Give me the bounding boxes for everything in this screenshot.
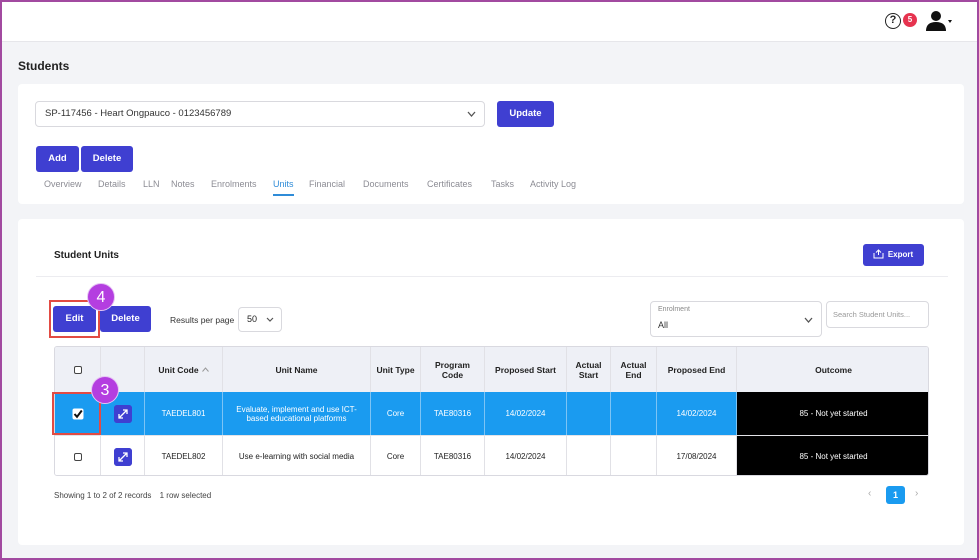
- tab-certificates[interactable]: Certificates: [427, 179, 472, 189]
- user-avatar-icon[interactable]: [926, 10, 952, 32]
- tab-financial[interactable]: Financial: [309, 179, 345, 189]
- tab-details[interactable]: Details: [98, 179, 126, 189]
- cell-outcome: 85 - Not yet started: [737, 392, 928, 435]
- prev-page-icon[interactable]: ‹: [868, 488, 871, 499]
- search-units-input[interactable]: [826, 301, 929, 328]
- results-per-page-select[interactable]: 50: [238, 307, 282, 332]
- cell-actual-end: [611, 436, 657, 475]
- column-header-unit-code[interactable]: Unit Code: [145, 347, 223, 392]
- column-header-unit-type[interactable]: Unit Type: [371, 347, 421, 392]
- cell-actual-start: [567, 436, 611, 475]
- records-summary: Showing 1 to 2 of 2 records 1 row select…: [54, 491, 211, 500]
- cell-program-code: TAE80316: [421, 436, 485, 475]
- update-button[interactable]: Update: [497, 101, 554, 127]
- divider: [36, 276, 948, 277]
- cell-outcome: 85 - Not yet started: [737, 436, 928, 475]
- row-select-cell: [55, 436, 101, 475]
- enrolment-label: Enrolment: [658, 306, 690, 313]
- column-header-label: Unit Code: [158, 364, 199, 375]
- page-1-button[interactable]: 1: [886, 486, 905, 504]
- table-row[interactable]: TAEDEL802 Use e-learning with social med…: [55, 435, 928, 475]
- cell-actual-end: [611, 392, 657, 435]
- column-header-unit-name[interactable]: Unit Name: [223, 347, 371, 392]
- column-header-program-code[interactable]: Program Code: [421, 347, 485, 392]
- cell-actual-start: [567, 392, 611, 435]
- step-badge-4: 4: [87, 283, 115, 311]
- column-header-proposed-start[interactable]: Proposed Start: [485, 347, 567, 392]
- cell-unit-name: Use e-learning with social media: [223, 436, 371, 475]
- enrolment-value: All: [658, 320, 669, 330]
- units-table: Unit Code Unit Name Unit Type Program Co…: [54, 346, 929, 476]
- add-button[interactable]: Add: [36, 146, 79, 172]
- tab-notes[interactable]: Notes: [171, 179, 195, 189]
- row-expand-cell: [101, 436, 145, 475]
- help-icon[interactable]: ?: [885, 13, 901, 29]
- cell-unit-code: TAEDEL802: [145, 436, 223, 475]
- selection-text: 1 row selected: [159, 491, 212, 500]
- tab-overview[interactable]: Overview: [44, 179, 82, 189]
- cell-proposed-end: 14/02/2024: [657, 392, 737, 435]
- tab-tasks[interactable]: Tasks: [491, 179, 514, 189]
- export-icon: [873, 249, 884, 259]
- notification-badge[interactable]: 5: [903, 13, 917, 27]
- cell-program-code: TAE80316: [421, 392, 485, 435]
- column-header-proposed-end[interactable]: Proposed End: [657, 347, 737, 392]
- delete-student-button[interactable]: Delete: [81, 146, 133, 172]
- delete-unit-button[interactable]: Delete: [100, 306, 151, 332]
- cell-unit-type: Core: [371, 436, 421, 475]
- step-badge-3: 3: [91, 376, 119, 404]
- chevron-down-icon: [467, 111, 476, 117]
- chevron-down-icon: [266, 317, 274, 322]
- column-header-actual-end[interactable]: Actual End: [611, 347, 657, 392]
- results-per-page-value: 50: [247, 314, 258, 324]
- enrolment-select[interactable]: Enrolment All: [650, 301, 822, 337]
- export-label: Export: [887, 250, 914, 259]
- select-all-checkbox[interactable]: [73, 365, 82, 374]
- column-header-outcome[interactable]: Outcome: [737, 347, 928, 392]
- expand-icon[interactable]: [113, 404, 132, 423]
- tab-activity-log[interactable]: Activity Log: [530, 179, 576, 189]
- sort-up-icon: [201, 367, 209, 372]
- export-button[interactable]: Export: [863, 244, 924, 266]
- table-row[interactable]: TAEDEL801 Evaluate, implement and use IC…: [55, 392, 928, 435]
- chevron-down-icon: [804, 317, 813, 323]
- cell-proposed-start: 14/02/2024: [485, 436, 567, 475]
- table-header-row: Unit Code Unit Name Unit Type Program Co…: [55, 347, 928, 392]
- cell-unit-type: Core: [371, 392, 421, 435]
- cell-unit-code: TAEDEL801: [145, 392, 223, 435]
- student-select-value: SP-117456 - Heart Ongpauco - 0123456789: [45, 108, 232, 119]
- cell-proposed-start: 14/02/2024: [485, 392, 567, 435]
- tab-enrolments[interactable]: Enrolments: [211, 179, 257, 189]
- page-title: Students: [18, 59, 70, 73]
- tab-documents[interactable]: Documents: [363, 179, 409, 189]
- column-header-actual-start[interactable]: Actual Start: [567, 347, 611, 392]
- tab-units[interactable]: Units: [273, 179, 294, 196]
- cell-unit-name: Evaluate, implement and use ICT-based ed…: [223, 392, 371, 435]
- results-per-page-label: Results per page: [170, 315, 235, 325]
- next-page-icon[interactable]: ›: [915, 488, 918, 499]
- top-bar: ? 5: [2, 2, 977, 42]
- tab-lln[interactable]: LLN: [143, 179, 160, 189]
- row-checkbox[interactable]: [73, 452, 82, 461]
- student-select[interactable]: SP-117456 - Heart Ongpauco - 0123456789: [35, 101, 485, 127]
- records-text: Showing 1 to 2 of 2 records: [54, 491, 152, 500]
- expand-icon[interactable]: [113, 447, 132, 466]
- cell-proposed-end: 17/08/2024: [657, 436, 737, 475]
- section-title: Student Units: [54, 250, 119, 261]
